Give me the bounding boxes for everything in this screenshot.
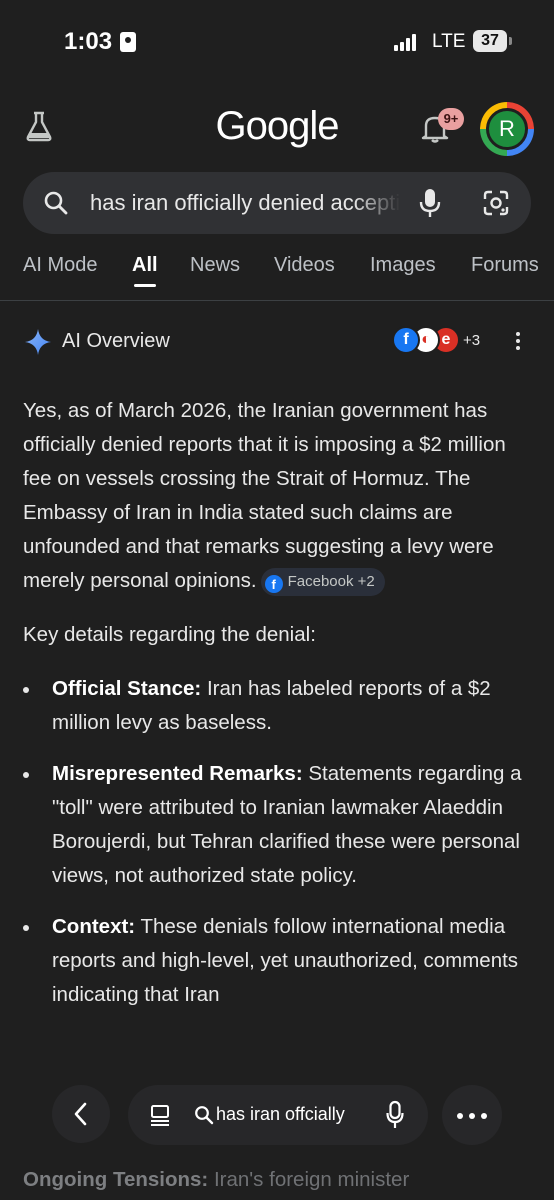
- mic-icon[interactable]: [419, 187, 441, 219]
- more-menu-button[interactable]: [442, 1085, 502, 1145]
- tab-news[interactable]: News: [190, 254, 240, 277]
- signal-icon: [394, 33, 422, 51]
- tab-videos[interactable]: Videos: [274, 254, 335, 277]
- id-card-icon: [120, 32, 136, 52]
- mic-icon[interactable]: [386, 1100, 404, 1130]
- dot: [457, 1113, 463, 1119]
- ai-overview-paragraph: Yes, as of March 2026, the Iranian gover…: [23, 394, 531, 598]
- google-logo[interactable]: Google: [0, 104, 554, 149]
- tab-ai-mode[interactable]: AI Mode: [23, 254, 97, 277]
- search-icon: [44, 191, 68, 215]
- google-lens-icon[interactable]: [482, 189, 510, 217]
- tabs-icon[interactable]: [149, 1104, 171, 1126]
- ai-overview-content: Yes, as of March 2026, the Iranian gover…: [23, 394, 531, 1029]
- network-type: LTE: [432, 31, 466, 52]
- tab-all[interactable]: All: [132, 254, 158, 277]
- bullet-title: Official Stance:: [52, 677, 202, 700]
- avatar[interactable]: R: [486, 108, 528, 150]
- search-icon: [195, 1106, 214, 1125]
- chevron-left-icon: [74, 1102, 87, 1126]
- more-options-icon[interactable]: [514, 332, 522, 354]
- pill-query[interactable]: has iran offcially: [216, 1104, 345, 1125]
- source-icons[interactable]: f ◐ e: [392, 326, 462, 358]
- search-box[interactable]: has iran officially denied accepting: [23, 172, 531, 234]
- notification-badge: 9+: [438, 108, 464, 130]
- answer-text: Yes, as of March 2026, the Iranian gover…: [23, 399, 506, 592]
- bullet-title: Misrepresented Remarks:: [52, 762, 303, 785]
- ai-overview-title: AI Overview: [62, 330, 170, 352]
- active-tab-indicator: [134, 284, 156, 287]
- battery-icon: 37: [473, 30, 507, 52]
- list-item: Context: These denials follow internatio…: [23, 910, 531, 1012]
- ai-overview-header: AI Overview f ◐ e +3: [0, 320, 554, 366]
- list-item: Official Stance: Iran has labeled report…: [23, 672, 531, 740]
- facebook-icon: f: [392, 326, 420, 354]
- app-header: Google 9+ R: [0, 90, 554, 170]
- status-bar: 1:03 LTE 37: [0, 0, 554, 84]
- search-input[interactable]: has iran officially denied accepting: [90, 190, 400, 216]
- ai-sparkle-icon: [25, 329, 51, 355]
- search-tabs: AI Mode All News Videos Images Forums: [0, 252, 554, 302]
- dot: [481, 1113, 487, 1119]
- battery-tip: [509, 37, 512, 45]
- back-button[interactable]: [52, 1085, 110, 1143]
- dot: [469, 1113, 475, 1119]
- bottom-toolbar: has iran offcially: [0, 1060, 554, 1200]
- status-time: 1:03: [64, 28, 113, 55]
- citation-chip[interactable]: f Facebook +2: [260, 567, 385, 596]
- key-details-list: Official Stance: Iran has labeled report…: [23, 672, 531, 1012]
- tabs-divider: [0, 300, 554, 301]
- citation-chip-label: Facebook +2: [287, 572, 375, 590]
- bullet-title: Context:: [52, 915, 136, 938]
- search-pill[interactable]: has iran offcially: [128, 1085, 428, 1145]
- list-item: Misrepresented Remarks: Statements regar…: [23, 757, 531, 893]
- key-details-lead: Key details regarding the denial:: [23, 623, 316, 646]
- tab-forums[interactable]: Forums: [471, 254, 539, 277]
- tab-images[interactable]: Images: [370, 254, 436, 277]
- sources-more-count[interactable]: +3: [463, 332, 480, 349]
- facebook-icon: f: [264, 574, 283, 593]
